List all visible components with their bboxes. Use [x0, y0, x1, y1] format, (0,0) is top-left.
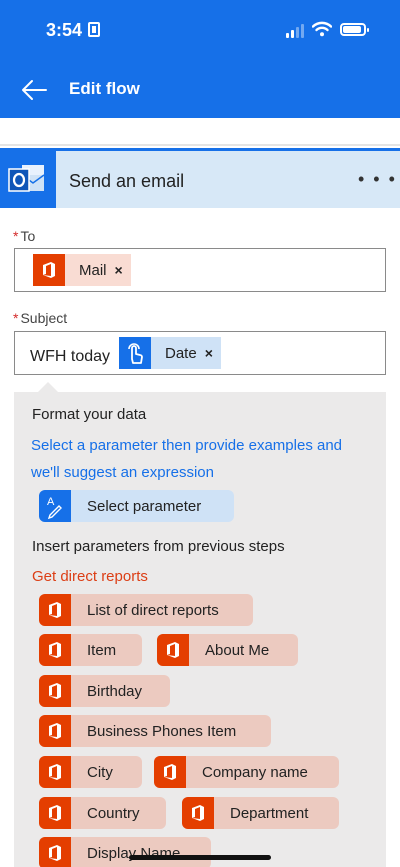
hint-line-1: Select a parameter then provide examples… — [31, 437, 343, 454]
chip-label: Department — [230, 804, 309, 822]
chip-item[interactable]: Item — [39, 634, 142, 666]
home-indicator — [129, 855, 271, 860]
chip-city[interactable]: City — [39, 756, 142, 788]
subject-field[interactable]: WFH today Date × — [14, 331, 386, 375]
chip-business-phones-item[interactable]: Business Phones Item — [39, 715, 271, 747]
battery-icon — [340, 23, 369, 36]
remove-date-token-icon[interactable]: × — [205, 345, 221, 361]
office-icon — [157, 634, 189, 666]
chip-label: Country — [87, 804, 140, 822]
chip-label: Birthday — [87, 682, 143, 700]
page-title: Edit flow — [69, 79, 140, 98]
divider — [0, 118, 400, 146]
format-text-icon: A — [39, 490, 71, 522]
app-header: Edit flow — [0, 62, 400, 118]
svg-text:A: A — [47, 496, 55, 508]
status-time: 3:54 — [46, 20, 83, 40]
select-parameter-button[interactable]: A Select parameter — [39, 490, 234, 522]
office-icon — [39, 756, 71, 788]
action-card-header[interactable]: Send an email • • • — [0, 148, 400, 208]
mail-token-label: Mail — [79, 261, 107, 279]
chip-label: List of direct reports — [87, 601, 219, 619]
chip-list-of-direct-reports[interactable]: List of direct reports — [39, 594, 253, 626]
panel-pointer — [38, 382, 58, 392]
mail-token[interactable]: Mail × — [33, 254, 131, 286]
chip-label: Item — [87, 641, 117, 659]
insert-heading: Insert parameters from previous steps — [32, 538, 285, 555]
to-field[interactable]: Mail × — [14, 248, 386, 292]
chip-label: City — [87, 763, 113, 781]
office-icon — [182, 797, 214, 829]
chip-department[interactable]: Department — [182, 797, 339, 829]
office-icon — [39, 634, 71, 666]
date-token-label: Date — [165, 344, 197, 362]
required-mark: * — [13, 228, 19, 244]
office-icon — [39, 797, 71, 829]
cellular-signal-icon — [286, 24, 306, 38]
chip-country[interactable]: Country — [39, 797, 166, 829]
outlook-icon — [0, 151, 56, 208]
date-token[interactable]: Date × — [119, 337, 221, 369]
wifi-icon — [312, 21, 332, 37]
office-icon — [33, 254, 65, 286]
more-options-icon[interactable]: • • • — [358, 169, 397, 190]
chip-company-name[interactable]: Company name — [154, 756, 339, 788]
back-arrow-icon[interactable] — [20, 76, 48, 104]
required-mark: * — [13, 310, 19, 326]
source-step-label: Get direct reports — [32, 568, 148, 585]
dynamic-content-panel: Format your data Select a parameter then… — [14, 392, 386, 867]
remove-mail-token-icon[interactable]: × — [115, 262, 131, 278]
office-icon — [39, 837, 71, 867]
office-icon — [39, 594, 71, 626]
subject-text: WFH today — [30, 348, 111, 365]
touch-icon — [119, 337, 151, 369]
chip-label: About Me — [205, 641, 270, 659]
chip-birthday[interactable]: Birthday — [39, 675, 170, 707]
office-icon — [154, 756, 186, 788]
to-label: * To — [13, 228, 36, 244]
office-icon — [39, 675, 71, 707]
status-bar: 3:54 — [0, 0, 400, 62]
office-icon — [39, 715, 71, 747]
subject-label: * Subject — [13, 310, 68, 326]
select-parameter-label: Select parameter — [87, 497, 202, 515]
chip-label: Company name — [202, 763, 308, 781]
format-heading: Format your data — [32, 406, 147, 423]
chip-label: Business Phones Item — [87, 722, 237, 740]
chip-about-me[interactable]: About Me — [157, 634, 298, 666]
hint-line-2: we'll suggest an expression — [31, 464, 214, 481]
card-title: Send an email — [69, 171, 185, 191]
contact-card-icon — [88, 22, 100, 37]
chip-display-name[interactable]: Display Name — [39, 837, 211, 867]
